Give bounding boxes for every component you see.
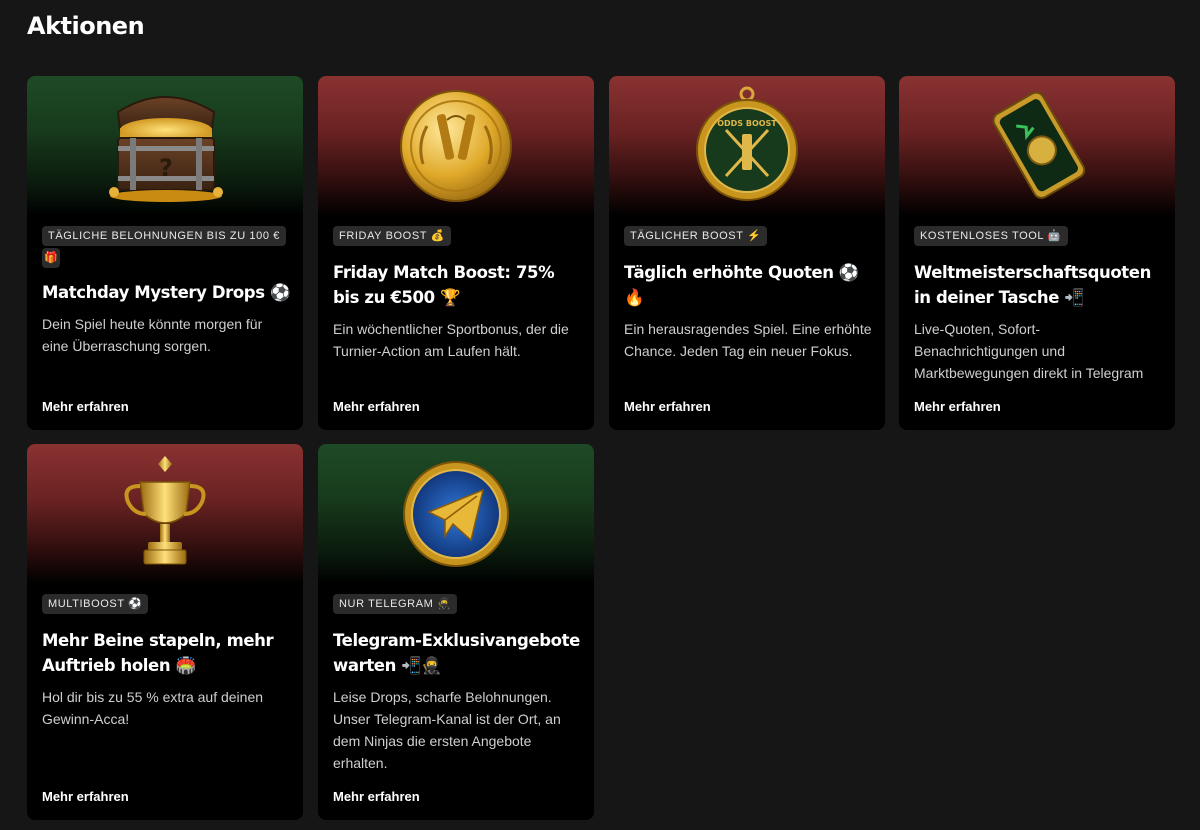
- learn-more-link[interactable]: Mehr erfahren: [333, 789, 420, 804]
- odds-boost-medal-icon: ODDS BOOST: [696, 86, 798, 201]
- trophy-icon: [124, 456, 206, 565]
- card-title: Matchday Mystery Drops ⚽: [42, 283, 291, 302]
- treasure-chest-icon: ?: [109, 96, 223, 202]
- card-body: FRIDAY BOOST 💰 Friday Match Boost: 75% b…: [333, 226, 582, 362]
- card-description: Ein herausragendes Spiel. Eine erhöhte C…: [624, 321, 872, 359]
- promo-card-telegram-exclusive[interactable]: NUR TELEGRAM 🥷 Telegram-Exklusivangebote…: [318, 444, 594, 820]
- card-description: Leise Drops, scharfe Belohnungen. Unser …: [333, 689, 561, 771]
- smartphone-icon: [992, 91, 1086, 199]
- promo-card-mystery-drops[interactable]: ? TÄGLICHE BELOHNUNGEN BIS ZU 100 € 🎁 Ma…: [27, 76, 303, 430]
- card-body: TÄGLICHE BELOHNUNGEN BIS ZU 100 € 🎁 Matc…: [42, 226, 291, 357]
- card-title: Telegram-Exklusivangebote warten 📲🥷: [333, 631, 580, 675]
- card-hero: ODDS BOOST: [609, 76, 885, 216]
- card-title: Mehr Beine stapeln, mehr Auftrieb holen …: [42, 631, 274, 675]
- card-hero: [27, 444, 303, 584]
- promo-card-world-cup-odds[interactable]: KOSTENLOSES TOOL 🤖 Weltmeisterschaftsquo…: [899, 76, 1175, 430]
- card-description: Hol dir bis zu 55 % extra auf deinen Gew…: [42, 689, 264, 727]
- promo-badge: TÄGLICHER BOOST ⚡: [624, 226, 768, 246]
- card-hero: [318, 444, 594, 584]
- promo-badge: MULTIBOOST ⚽: [42, 594, 149, 614]
- promo-card-friday-boost[interactable]: FRIDAY BOOST 💰 Friday Match Boost: 75% b…: [318, 76, 594, 430]
- card-hero: ?: [27, 76, 303, 216]
- gold-coin-icon: [400, 90, 512, 202]
- card-hero: [899, 76, 1175, 216]
- learn-more-link[interactable]: Mehr erfahren: [624, 399, 711, 414]
- card-body: MULTIBOOST ⚽ Mehr Beine stapeln, mehr Au…: [42, 594, 291, 730]
- svg-text:?: ?: [159, 154, 173, 182]
- gift-icon: 🎁: [42, 248, 60, 268]
- promotions-page: Aktionen ? TÄGLICHE BELOHNUNGEN BIS ZU 1…: [0, 0, 1200, 830]
- telegram-plane-icon: [403, 461, 509, 567]
- card-description: Ein wöchentlicher Sportbonus, der die Tu…: [333, 321, 569, 359]
- page-title: Aktionen: [27, 12, 145, 40]
- promo-badge: TÄGLICHE BELOHNUNGEN BIS ZU 100 €: [42, 226, 286, 246]
- promo-card-multiboost[interactable]: MULTIBOOST ⚽ Mehr Beine stapeln, mehr Au…: [27, 444, 303, 820]
- promo-badge: KOSTENLOSES TOOL 🤖: [914, 226, 1068, 246]
- card-description: Live-Quoten, Sofort-Benachrichtigungen u…: [914, 321, 1144, 381]
- learn-more-link[interactable]: Mehr erfahren: [42, 399, 129, 414]
- learn-more-link[interactable]: Mehr erfahren: [914, 399, 1001, 414]
- card-hero: [318, 76, 594, 216]
- card-body: TÄGLICHER BOOST ⚡ Täglich erhöhte Quoten…: [624, 226, 873, 362]
- promo-badge: NUR TELEGRAM 🥷: [333, 594, 458, 614]
- learn-more-link[interactable]: Mehr erfahren: [42, 789, 129, 804]
- card-body: KOSTENLOSES TOOL 🤖 Weltmeisterschaftsquo…: [914, 226, 1163, 384]
- card-title: Täglich erhöhte Quoten ⚽🔥: [624, 263, 860, 307]
- card-title: Weltmeisterschaftsquoten in deiner Tasch…: [914, 263, 1151, 307]
- learn-more-link[interactable]: Mehr erfahren: [333, 399, 420, 414]
- card-body: NUR TELEGRAM 🥷 Telegram-Exklusivangebote…: [333, 594, 582, 774]
- card-description: Dein Spiel heute könnte morgen für eine …: [42, 316, 263, 354]
- card-title: Friday Match Boost: 75% bis zu €500 🏆: [333, 263, 555, 307]
- promo-badge: FRIDAY BOOST 💰: [333, 226, 451, 246]
- promo-card-daily-odds[interactable]: ODDS BOOST TÄGLICHER BOOST ⚡ Täglich erh…: [609, 76, 885, 430]
- medal-text: ODDS BOOST: [717, 119, 777, 128]
